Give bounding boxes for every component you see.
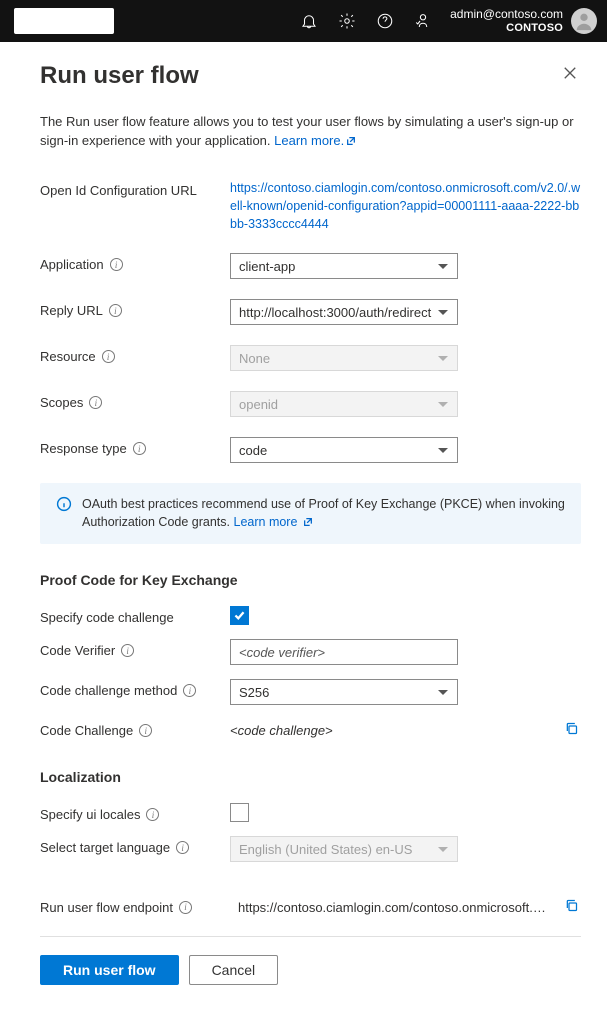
response-type-select[interactable]: code: [230, 437, 458, 463]
reply-url-label: Reply URL: [40, 303, 103, 318]
scopes-label: Scopes: [40, 395, 83, 410]
account-email: admin@contoso.com: [450, 7, 563, 21]
code-challenge-value: <code challenge>: [230, 723, 333, 738]
application-select[interactable]: client-app: [230, 253, 458, 279]
divider: [40, 936, 581, 937]
info-icon[interactable]: i: [183, 684, 196, 697]
search-slot[interactable]: [14, 8, 114, 34]
cancel-button[interactable]: Cancel: [189, 955, 279, 985]
pkce-section-title: Proof Code for Key Exchange: [40, 572, 581, 588]
info-icon[interactable]: i: [89, 396, 102, 409]
localization-section-title: Localization: [40, 769, 581, 785]
info-icon[interactable]: i: [121, 644, 134, 657]
target-language-label: Select target language: [40, 840, 170, 855]
specify-locales-checkbox[interactable]: [230, 803, 249, 822]
info-icon[interactable]: i: [139, 724, 152, 737]
info-icon[interactable]: i: [110, 258, 123, 271]
help-icon[interactable]: [366, 0, 404, 42]
target-language-select: English (United States) en-US: [230, 836, 458, 862]
account-org: CONTOSO: [506, 21, 563, 35]
specify-challenge-checkbox[interactable]: [230, 606, 249, 625]
page-title: Run user flow: [40, 62, 559, 90]
account-info[interactable]: admin@contoso.com CONTOSO: [450, 7, 563, 35]
info-icon[interactable]: i: [179, 901, 192, 914]
info-icon[interactable]: i: [146, 808, 159, 821]
info-icon[interactable]: i: [102, 350, 115, 363]
settings-icon[interactable]: [328, 0, 366, 42]
external-link-icon: [303, 514, 313, 532]
feedback-icon[interactable]: [404, 0, 442, 42]
reply-url-select[interactable]: http://localhost:3000/auth/redirect: [230, 299, 458, 325]
endpoint-label: Run user flow endpoint: [40, 900, 173, 915]
avatar[interactable]: [571, 8, 597, 34]
code-verifier-input[interactable]: <code verifier>: [230, 639, 458, 665]
intro-text: The Run user flow feature allows you to …: [40, 112, 581, 151]
external-link-icon: [346, 132, 356, 151]
info-icon: [56, 496, 72, 532]
topbar: admin@contoso.com CONTOSO: [0, 0, 607, 42]
code-challenge-label: Code Challenge: [40, 723, 133, 738]
pkce-info-banner: OAuth best practices recommend use of Pr…: [40, 483, 581, 544]
application-label: Application: [40, 257, 104, 272]
openid-label: Open Id Configuration URL: [40, 179, 230, 198]
resource-label: Resource: [40, 349, 96, 364]
info-icon[interactable]: i: [133, 442, 146, 455]
notifications-icon[interactable]: [290, 0, 328, 42]
openid-url-link[interactable]: https://contoso.ciamlogin.com/contoso.on…: [230, 179, 581, 233]
copy-endpoint-button[interactable]: [562, 896, 581, 918]
banner-learn-more-link[interactable]: Learn more: [234, 515, 313, 529]
close-button[interactable]: [559, 62, 581, 87]
resource-select: None: [230, 345, 458, 371]
run-user-flow-button[interactable]: Run user flow: [40, 955, 179, 985]
scopes-select: openid: [230, 391, 458, 417]
info-icon[interactable]: i: [109, 304, 122, 317]
response-type-label: Response type: [40, 441, 127, 456]
copy-challenge-button[interactable]: [562, 719, 581, 741]
code-challenge-method-label: Code challenge method: [40, 683, 177, 698]
endpoint-value: https://contoso.ciamlogin.com/contoso.on…: [238, 900, 550, 915]
specify-locales-label: Specify ui locales: [40, 807, 140, 822]
code-challenge-method-select[interactable]: S256: [230, 679, 458, 705]
intro-learn-more-link[interactable]: Learn more.: [274, 133, 356, 148]
code-verifier-label: Code Verifier: [40, 643, 115, 658]
specify-challenge-label: Specify code challenge: [40, 606, 230, 625]
info-icon[interactable]: i: [176, 841, 189, 854]
